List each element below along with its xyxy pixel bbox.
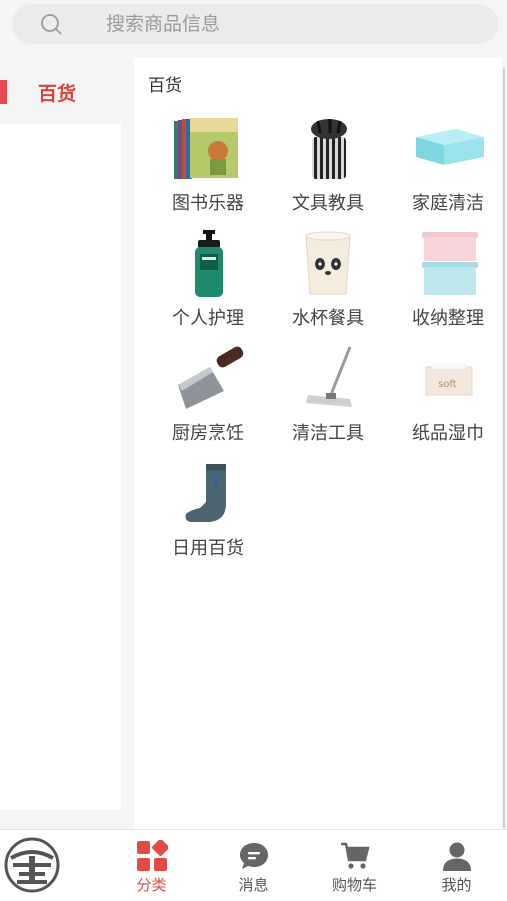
svg-text:soft: soft (438, 379, 457, 390)
category-item-stationery[interactable]: 文具教具 (273, 115, 383, 227)
search-header: 搜索商品信息 (0, 0, 507, 50)
category-item-tissues[interactable]: soft 纸品湿巾 (393, 345, 503, 457)
tab-cart[interactable]: 购物车 (304, 830, 405, 901)
tab-messages[interactable]: 消息 (203, 830, 304, 901)
tissue-box-image: soft (425, 363, 473, 396)
tab-category[interactable]: 分类 (101, 830, 202, 901)
item-label: 家庭清洁 (412, 193, 484, 214)
search-icon (41, 14, 62, 35)
active-indicator (0, 80, 7, 104)
category-item-daily-goods[interactable]: 日用百货 (153, 460, 263, 572)
pens-image (311, 119, 347, 179)
logo-icon (4, 837, 60, 893)
item-label: 收纳整理 (412, 308, 484, 329)
item-label: 清洁工具 (292, 423, 364, 444)
category-item-storage[interactable]: 收纳整理 (393, 230, 503, 342)
cart-icon (341, 842, 370, 869)
panda-cup-image (305, 231, 351, 295)
category-icon (137, 840, 168, 871)
user-icon (443, 842, 471, 871)
cleaver-image (178, 346, 244, 409)
category-item-home-cleaning[interactable]: 家庭清洁 (393, 115, 503, 227)
message-icon (240, 843, 268, 869)
category-item-cleaning-tools[interactable]: 清洁工具 (273, 345, 383, 457)
tab-label: 分类 (136, 876, 167, 894)
category-item-kitchen[interactable]: 厨房烹饪 (153, 345, 263, 457)
mop-image (306, 346, 352, 407)
search-input[interactable]: 搜索商品信息 (12, 4, 498, 44)
category-item-cups-tableware[interactable]: 水杯餐具 (273, 230, 383, 342)
blue-box-image (416, 129, 484, 165)
item-label: 水杯餐具 (292, 308, 364, 329)
tab-label: 购物车 (331, 876, 377, 894)
item-label: 厨房烹饪 (172, 423, 244, 444)
item-label: 纸品湿巾 (412, 423, 484, 444)
sidebar-item-label: 百货 (38, 83, 77, 105)
category-sidebar (0, 58, 121, 810)
item-label: 文具教具 (292, 193, 364, 214)
item-label: 图书乐器 (172, 193, 244, 214)
sock-image (185, 464, 226, 522)
category-item-personal-care[interactable]: 个人护理 (153, 230, 263, 342)
search-placeholder: 搜索商品信息 (106, 13, 221, 35)
scrollbar[interactable] (503, 68, 505, 828)
pump-bottle-image (195, 230, 223, 297)
books-image (174, 118, 238, 179)
tab-label: 消息 (238, 876, 269, 894)
storage-box-image (422, 232, 478, 295)
bottom-tab-bar: 分类 消息 购物车 我的 (0, 829, 507, 901)
category-title: 百货 (148, 76, 182, 96)
category-item-books[interactable]: 图书乐器 (153, 115, 263, 227)
item-label: 日用百货 (172, 538, 244, 559)
tab-home[interactable] (0, 830, 101, 901)
item-label: 个人护理 (172, 308, 244, 329)
tab-label: 我的 (441, 876, 472, 894)
tab-profile[interactable]: 我的 (406, 830, 507, 901)
